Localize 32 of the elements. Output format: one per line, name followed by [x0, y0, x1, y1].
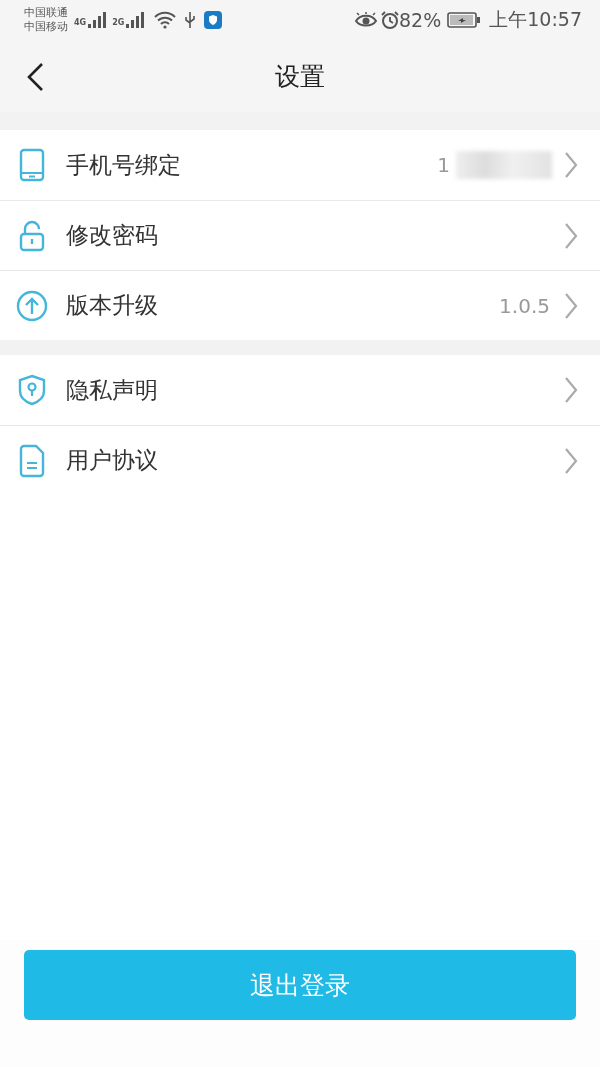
- usb-icon: [184, 11, 197, 29]
- carrier-name: 中国移动: [24, 20, 68, 34]
- shield-icon: [18, 374, 46, 406]
- battery-percent: 82%: [399, 9, 442, 31]
- shield-app-icon: [204, 11, 223, 29]
- wifi-icon: [154, 11, 177, 29]
- signal-icon: [126, 12, 145, 28]
- setting-label: 版本升级: [66, 291, 159, 320]
- setting-label: 修改密码: [66, 221, 159, 250]
- signal-icon: [88, 12, 107, 28]
- chevron-right-icon: [564, 376, 578, 404]
- setting-label: 手机号绑定: [66, 150, 182, 180]
- chevron-right-icon: [564, 221, 578, 250]
- battery-icon: [447, 12, 482, 28]
- alarm-icon: [381, 11, 399, 29]
- chevron-right-icon: [564, 151, 578, 179]
- network-label: 2G: [112, 18, 125, 27]
- chevron-right-icon: [564, 291, 578, 320]
- network-label: 4G: [74, 18, 87, 27]
- eye-icon: [355, 12, 377, 28]
- upload-icon: [16, 289, 48, 322]
- chevron-right-icon: [564, 446, 578, 475]
- document-icon: [19, 443, 45, 478]
- carrier-name: 中国联通: [24, 6, 68, 20]
- setting-label: 隐私声明: [66, 375, 159, 405]
- padlock-icon: [19, 219, 45, 252]
- setting-label: 用户协议: [66, 446, 159, 475]
- clock-time: 上午10:57: [489, 7, 582, 32]
- setting-value: 1.0.5: [499, 293, 550, 318]
- phone-icon: [19, 148, 45, 182]
- setting-value: 1: [437, 153, 450, 177]
- page-title: 设置: [275, 60, 325, 93]
